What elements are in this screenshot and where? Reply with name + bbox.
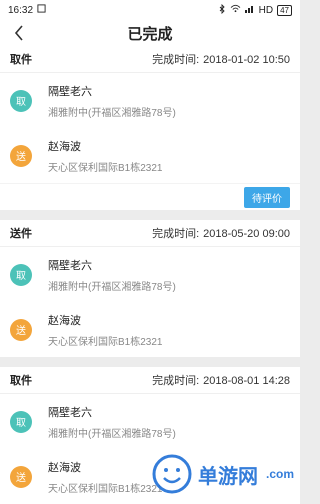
completion-time: 完成时间: 2018-05-20 09:00 (152, 225, 290, 241)
pickup-badge: 取 (10, 263, 32, 286)
smiley-logo-icon (152, 454, 192, 494)
pickup-address: 湘雅附中(开福区湘雅路78号) (48, 428, 176, 440)
order-header: 取件 完成时间: 2018-08-01 14:28 (0, 367, 300, 394)
battery-icon: 47 (277, 4, 292, 16)
order-type: 送件 (10, 228, 32, 240)
back-button[interactable] (8, 22, 30, 44)
page-title: 已完成 (127, 25, 173, 43)
delivery-info: 赵海波 天心区保利国际B1栋2321 (48, 138, 162, 174)
chevron-left-icon (14, 25, 23, 41)
completion-time: 完成时间: 2018-08-01 14:28 (152, 372, 290, 388)
order-footer: 待评价 (0, 183, 300, 210)
pickup-address: 湘雅附中(开福区湘雅路78号) (48, 281, 176, 293)
order-header: 送件 完成时间: 2018-05-20 09:00 (0, 220, 300, 247)
pickup-row: 取 隔壁老六 湘雅附中(开福区湘雅路78号) (0, 73, 300, 128)
pickup-row: 取 隔壁老六 湘雅附中(开福区湘雅路78号) (0, 394, 300, 449)
delivery-info: 赵海波 天心区保利国际B1栋2321 (48, 312, 162, 348)
pickup-info: 隔壁老六 湘雅附中(开福区湘雅路78号) (48, 83, 176, 119)
order-type: 取件 (10, 54, 32, 66)
network-label: HD (258, 4, 274, 16)
pickup-badge: 取 (10, 410, 32, 433)
status-left: 16:32 (8, 4, 46, 16)
delivery-row: 送 赵海波 天心区保利国际B1栋2321 (0, 302, 300, 357)
pickup-row: 取 隔壁老六 湘雅附中(开福区湘雅路78号) (0, 247, 300, 302)
watermark-brand: 单游网 (197, 465, 258, 488)
pickup-info: 隔壁老六 湘雅附中(开福区湘雅路78号) (48, 404, 176, 440)
order-type: 取件 (10, 375, 32, 387)
completion-time-value: 2018-01-02 10:50 (203, 54, 290, 66)
notification-icon (37, 4, 46, 16)
pickup-name: 隔壁老六 (48, 406, 92, 419)
completion-time-value: 2018-05-20 09:00 (203, 228, 290, 240)
pickup-info: 隔壁老六 湘雅附中(开福区湘雅路78号) (48, 257, 176, 293)
pickup-badge: 取 (10, 89, 32, 112)
pickup-address: 湘雅附中(开福区湘雅路78号) (48, 107, 176, 119)
status-bar: 16:32 HD 47 (0, 0, 300, 20)
order-header: 取件 完成时间: 2018-01-02 10:50 (0, 46, 300, 73)
status-right: HD 47 (219, 3, 292, 17)
pickup-name: 隔壁老六 (48, 259, 92, 272)
delivery-address: 天心区保利国际B1栋2321 (48, 483, 163, 495)
order-card[interactable]: 送件 完成时间: 2018-05-20 09:00 取 隔壁老六 湘雅附中(开福区… (0, 220, 300, 357)
delivery-name: 赵海波 (48, 140, 81, 153)
delivery-badge: 送 (10, 465, 32, 488)
watermark-domain: .com (265, 467, 294, 481)
delivery-badge: 送 (10, 318, 32, 341)
status-time: 16:32 (8, 4, 34, 16)
wifi-icon (230, 4, 241, 16)
pickup-name: 隔壁老六 (48, 85, 92, 98)
pending-review-button[interactable]: 待评价 (244, 186, 290, 208)
watermark: 单游网 .com (152, 454, 294, 494)
delivery-name: 赵海波 (48, 314, 81, 327)
delivery-badge: 送 (10, 144, 32, 167)
bluetooth-icon (219, 3, 226, 17)
completion-time: 完成时间: 2018-01-02 10:50 (152, 51, 290, 67)
delivery-address: 天心区保利国际B1栋2321 (48, 162, 163, 174)
completion-time-label: 完成时间: (152, 54, 200, 66)
signal-icon (244, 4, 255, 16)
top-nav-bar: 已完成 (0, 20, 300, 46)
completion-time-value: 2018-08-01 14:28 (203, 375, 290, 387)
delivery-name: 赵海波 (48, 461, 81, 474)
order-card[interactable]: 取件 完成时间: 2018-01-02 10:50 取 隔壁老六 湘雅附中(开福区… (0, 46, 300, 210)
delivery-info: 赵海波 天心区保利国际B1栋2321 (48, 459, 162, 495)
completion-time-label: 完成时间: (152, 228, 200, 240)
delivery-row: 送 赵海波 天心区保利国际B1栋2321 (0, 128, 300, 183)
completion-time-label: 完成时间: (152, 375, 200, 387)
delivery-address: 天心区保利国际B1栋2321 (48, 336, 163, 348)
